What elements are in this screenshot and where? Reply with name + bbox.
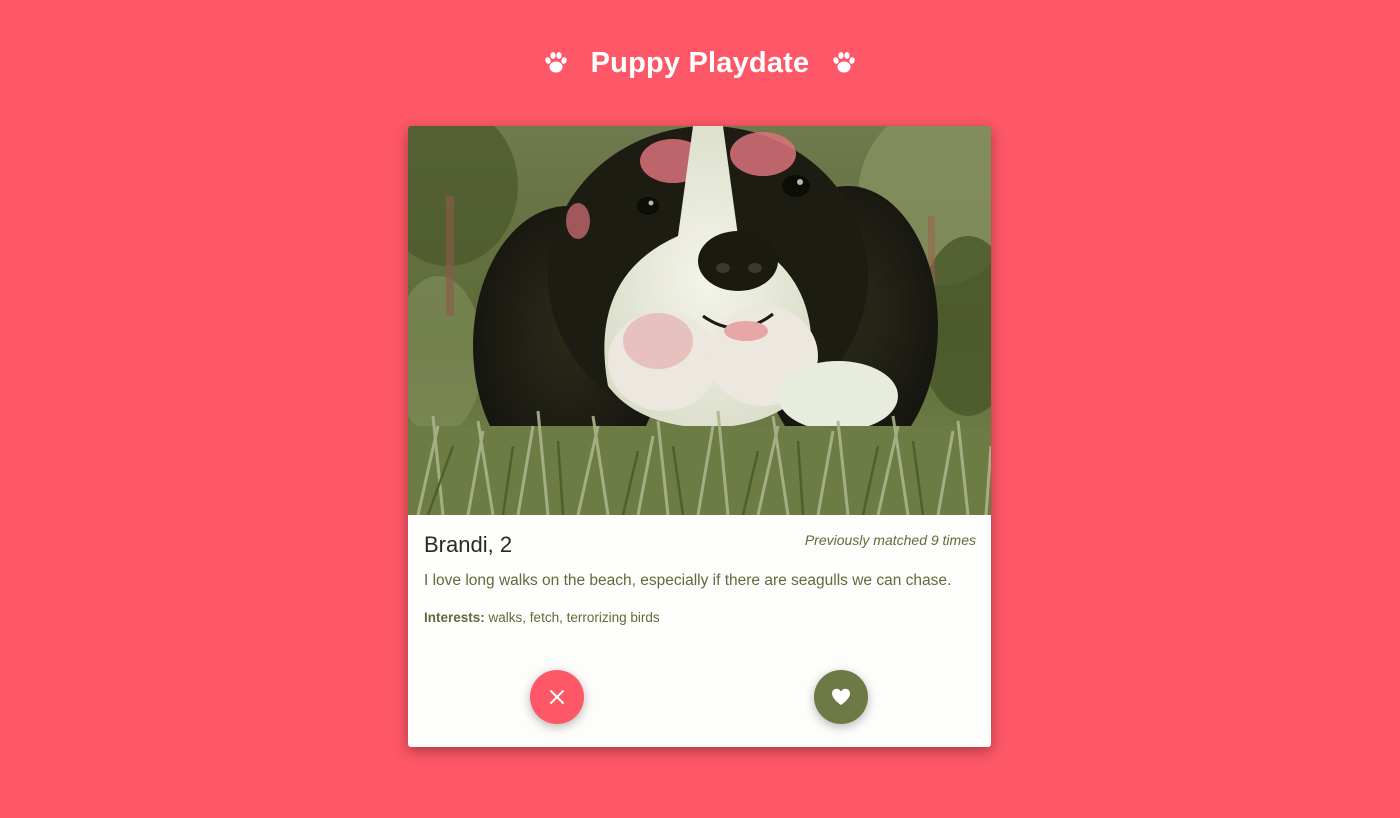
close-icon: [549, 689, 565, 705]
app-root: Puppy Playdate Brandi, 2 Previously matc…: [0, 0, 1400, 818]
profile-card[interactable]: Brandi, 2 Previously matched 9 times I l…: [408, 126, 991, 747]
interests-value: walks, fetch, terrorizing birds: [488, 610, 660, 625]
match-count: Previously matched 9 times: [804, 532, 976, 548]
heart-icon: [831, 688, 851, 706]
paw-icon: [543, 50, 569, 76]
paw-icon: [831, 50, 857, 76]
profile-interests: Interests: walks, fetch, terrorizing bir…: [424, 610, 660, 625]
dog-photo: [408, 126, 991, 515]
profile-bio: I love long walks on the beach, especial…: [424, 572, 952, 589]
app-title: Puppy Playdate: [590, 46, 810, 79]
app-header: Puppy Playdate: [0, 40, 1400, 86]
like-button[interactable]: [814, 670, 868, 724]
interests-label: Interests:: [424, 610, 485, 625]
pass-button[interactable]: [530, 670, 584, 724]
profile-name-age: Brandi, 2: [424, 532, 513, 557]
